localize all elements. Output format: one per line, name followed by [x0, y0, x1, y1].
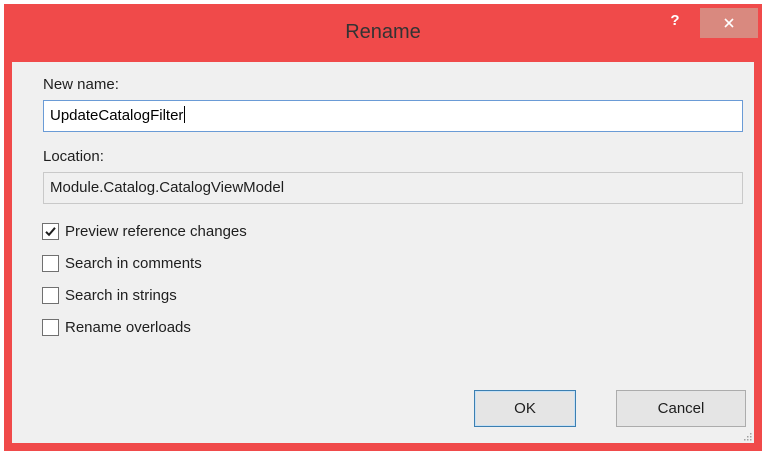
rename-overloads-label: Rename overloads [65, 319, 191, 336]
location-label: Location: [43, 148, 104, 165]
new-name-value: UpdateCatalogFilter [50, 107, 184, 124]
new-name-label: New name: [43, 76, 119, 93]
close-button[interactable] [700, 8, 758, 38]
title-bar[interactable]: Rename ? [4, 4, 762, 52]
preview-reference-changes-label: Preview reference changes [65, 223, 247, 240]
resize-grip-icon[interactable] [742, 431, 752, 441]
close-icon [724, 18, 734, 28]
dialog-title: Rename [345, 21, 421, 43]
search-in-comments-label: Search in comments [65, 255, 202, 272]
help-button[interactable]: ? [664, 10, 686, 32]
dialog-body: New name: UpdateCatalogFilter Location: … [12, 62, 754, 443]
rename-overloads-checkbox[interactable] [42, 319, 59, 336]
new-name-input[interactable]: UpdateCatalogFilter [43, 100, 743, 132]
search-in-strings-checkbox[interactable] [42, 287, 59, 304]
preview-reference-changes-checkbox[interactable] [42, 223, 59, 240]
rename-dialog: Rename ? New name: UpdateCatalogFilter L… [4, 4, 762, 451]
search-in-comments-checkbox[interactable] [42, 255, 59, 272]
ok-button[interactable]: OK [474, 390, 576, 427]
search-in-strings-label: Search in strings [65, 287, 177, 304]
checkmark-icon [45, 227, 56, 237]
location-field: Module.Catalog.CatalogViewModel [43, 172, 743, 204]
text-caret [184, 106, 186, 123]
cancel-button[interactable]: Cancel [616, 390, 746, 427]
